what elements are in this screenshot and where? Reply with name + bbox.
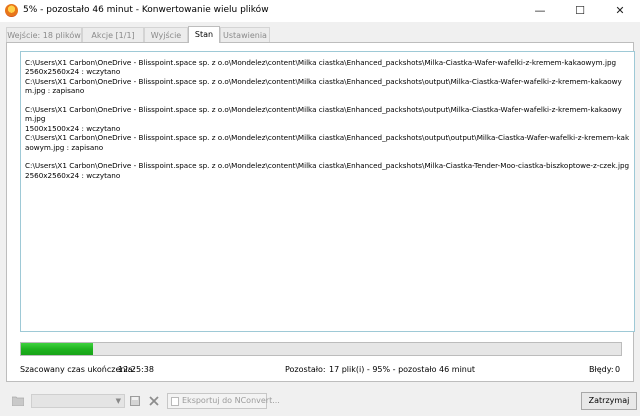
log-line: C:\Users\X1 Carbon\OneDrive - Blisspoint…	[25, 133, 630, 152]
log-line: 2560x2560x24 : wczytano	[25, 170, 121, 180]
window-title: 5% - pozostało 46 minut - Konwertowanie …	[23, 5, 269, 15]
log-line: C:\Users\X1 Carbon\OneDrive - Blisspoint…	[25, 76, 622, 96]
estimated-time-value: 12:25:38	[118, 365, 154, 374]
log-line: C:\Users\X1 Carbon\OneDrive - Blisspoint…	[25, 161, 630, 171]
tab-input[interactable]: Wejście: 18 plików	[6, 27, 82, 42]
app-icon	[5, 4, 18, 17]
errors-label: Błędy:	[589, 365, 614, 374]
log-area[interactable]: C:\Users\X1 Carbon\OneDrive - Blisspoint…	[20, 51, 635, 332]
export-nconvert-label: Eksportuj do NConvert...	[182, 396, 280, 405]
log-line-empty	[25, 96, 630, 105]
tab-actions[interactable]: Akcje [1/1]	[82, 27, 144, 42]
document-icon	[171, 397, 179, 406]
log-line: C:\Users\X1 Carbon\OneDrive - Blisspoint…	[25, 58, 617, 67]
export-nconvert-button[interactable]: Eksportuj do NConvert...	[167, 393, 280, 409]
log-line: 2560x2560x24 : wczytano	[25, 67, 121, 77]
minimize-button[interactable]: —	[520, 0, 560, 22]
save-icon[interactable]	[129, 396, 141, 407]
log-line: C:\Users\X1 Carbon\OneDrive - Blisspoint…	[25, 105, 622, 124]
delete-icon[interactable]	[148, 396, 160, 407]
remaining-label: Pozostało:	[285, 365, 326, 374]
tab-status[interactable]: Stan	[188, 26, 220, 43]
folder-icon[interactable]	[11, 396, 25, 407]
stop-button[interactable]: Zatrzymaj	[581, 392, 637, 410]
title-bar: 5% - pozostało 46 minut - Konwertowanie …	[0, 0, 640, 22]
log-line-empty	[25, 152, 630, 161]
tab-settings[interactable]: Ustawienia	[220, 27, 270, 42]
close-button[interactable]: ✕	[600, 0, 640, 22]
log-line: 1500x1500x24 : wczytano	[25, 123, 121, 133]
tab-output[interactable]: Wyjście	[144, 27, 188, 42]
progress-bar-fill	[21, 343, 93, 355]
preset-combo[interactable]: ▼	[31, 394, 125, 408]
maximize-button[interactable]: ☐	[560, 0, 600, 22]
errors-value: 0	[615, 365, 621, 374]
remaining-value: 17 plik(i) - 95% - pozostało 46 minut	[329, 365, 476, 374]
status-panel: C:\Users\X1 Carbon\OneDrive - Blisspoint…	[6, 42, 635, 382]
chevron-down-icon: ▼	[115, 397, 121, 405]
progress-bar	[20, 342, 622, 356]
